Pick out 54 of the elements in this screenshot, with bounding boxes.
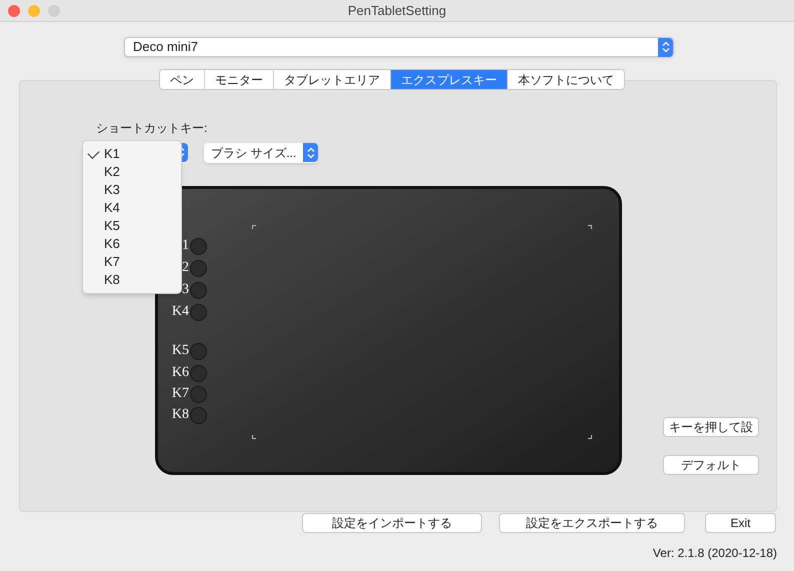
corner-mark-icon xyxy=(588,224,592,228)
menu-item[interactable]: K7 xyxy=(83,253,181,271)
minimize-icon[interactable] xyxy=(28,4,40,16)
version-text: Ver: 2.1.8 (2020-12-18) xyxy=(652,545,777,562)
select-value: ブラシ サイズ... xyxy=(210,144,298,162)
express-key[interactable] xyxy=(190,364,207,382)
select-value: Deco mini7 xyxy=(132,38,200,56)
express-key[interactable] xyxy=(190,342,207,360)
footer-button[interactable]: 設定をインポートする xyxy=(302,513,482,533)
menu-label: K1 xyxy=(104,145,120,164)
window-title: PenTabletSetting xyxy=(348,2,446,20)
key-label: K6 xyxy=(172,366,189,380)
key-label: K8 xyxy=(172,408,189,422)
express-key[interactable] xyxy=(190,304,207,320)
menu-item[interactable]: K4 xyxy=(83,199,181,217)
stepper-icon xyxy=(658,38,673,56)
menu-label: K2 xyxy=(104,163,120,182)
express-key[interactable] xyxy=(190,260,207,276)
express-key[interactable] xyxy=(190,238,207,254)
menu-item[interactable]: K2 xyxy=(83,163,181,181)
tab[interactable]: エクスプレスキー xyxy=(390,70,507,89)
key-label: K5 xyxy=(172,344,189,358)
shortcut-label: ショートカットキー: xyxy=(96,121,208,135)
menu-label: K7 xyxy=(104,253,120,272)
express-key[interactable] xyxy=(190,406,207,424)
key-label: 2 xyxy=(182,261,189,275)
menu-label: K5 xyxy=(104,217,120,236)
express-key[interactable] xyxy=(190,386,207,402)
tab[interactable]: 本ソフトについて xyxy=(507,70,624,89)
side-button[interactable]: キーを押して設 xyxy=(663,416,759,436)
menu-label: K4 xyxy=(104,199,120,218)
express-key[interactable] xyxy=(190,282,207,298)
key-label: K7 xyxy=(172,387,189,401)
key-label: 3 xyxy=(182,283,189,297)
menu-label: K6 xyxy=(104,235,120,254)
corner-mark-icon xyxy=(252,434,256,438)
menu-item[interactable]: K3 xyxy=(83,181,181,199)
device-select[interactable]: Deco mini7 xyxy=(124,37,674,57)
action-select[interactable]: ブラシ サイズ... xyxy=(204,142,318,162)
key-label: 1 xyxy=(182,239,189,253)
menu-label: K3 xyxy=(104,181,120,200)
menu-label: K8 xyxy=(104,271,120,290)
menu-item[interactable]: K5 xyxy=(83,217,181,235)
stepper-icon xyxy=(303,143,318,162)
side-button[interactable]: デフォルト xyxy=(663,454,759,474)
close-icon[interactable] xyxy=(8,4,20,16)
corner-mark-icon xyxy=(588,434,592,438)
footer-button[interactable]: 設定をエクスポートする xyxy=(499,513,685,533)
key-label: K4 xyxy=(172,305,189,319)
menu-item[interactable]: K1 xyxy=(83,145,181,163)
menu-item[interactable]: K8 xyxy=(83,271,181,289)
menu-item[interactable]: K6 xyxy=(83,235,181,253)
corner-mark-icon xyxy=(252,224,256,228)
footer-button[interactable]: Exit xyxy=(705,513,776,533)
